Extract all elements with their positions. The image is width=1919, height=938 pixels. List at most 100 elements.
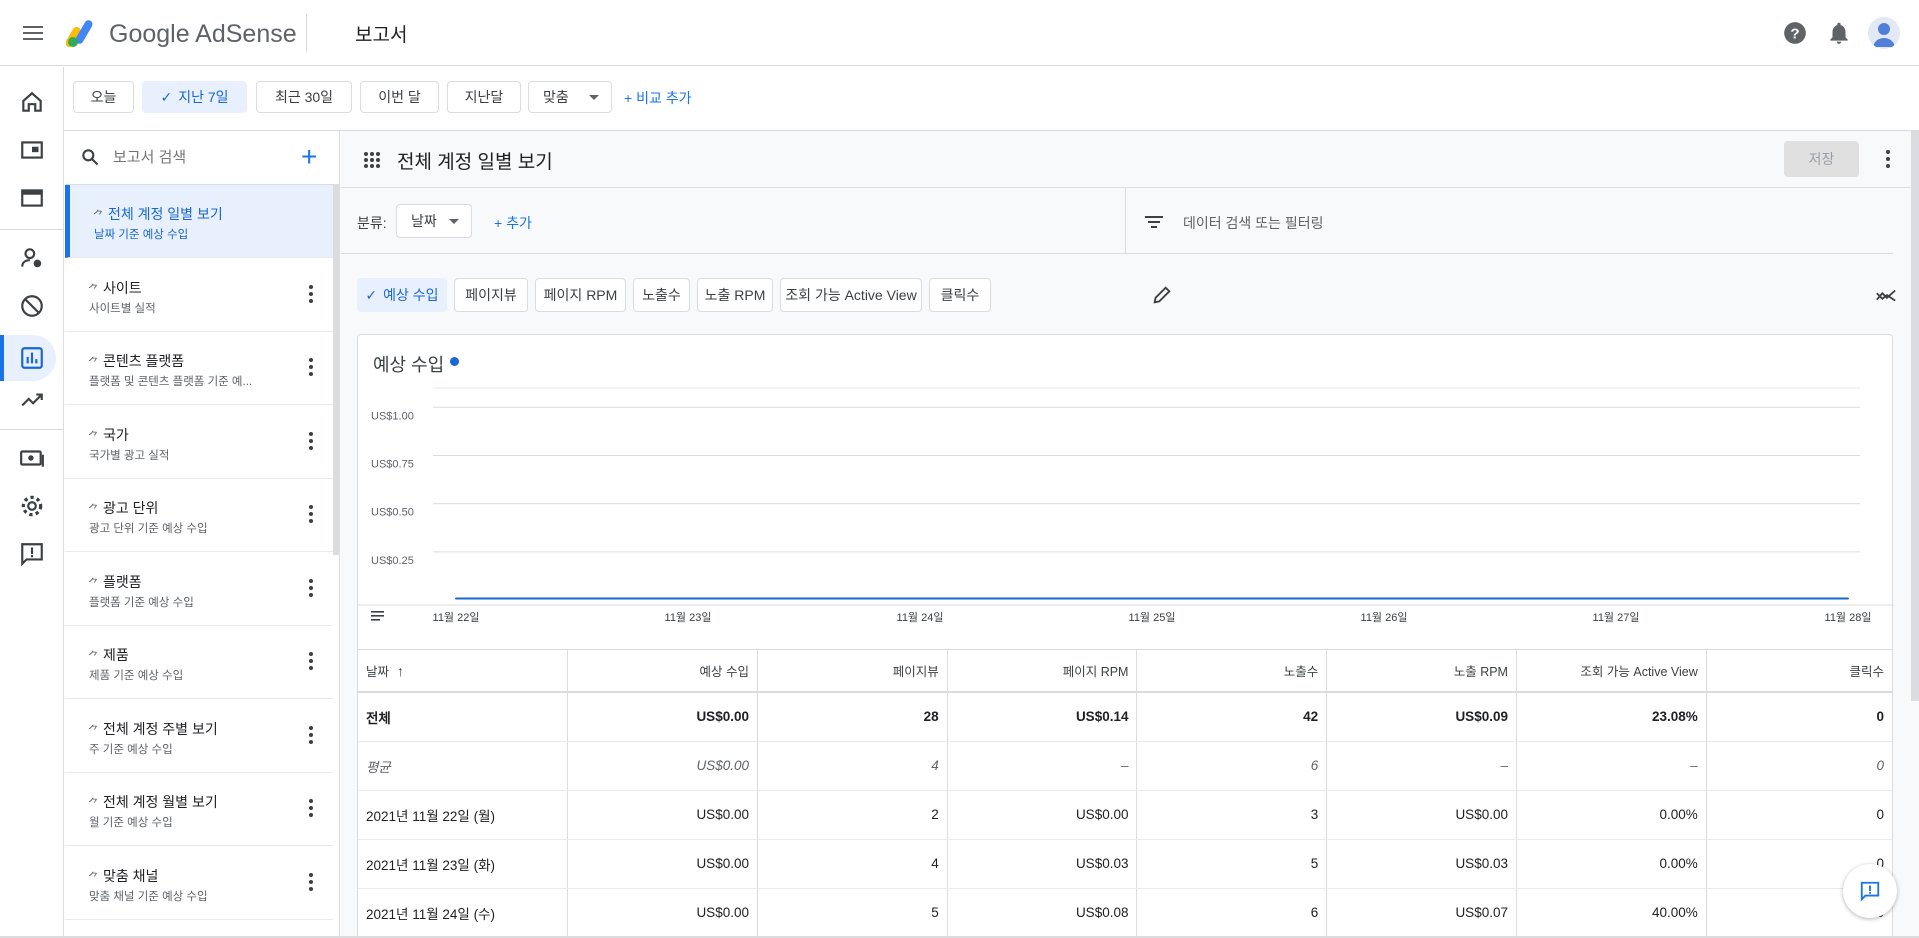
y-tick-label: US$1.00 (371, 410, 414, 422)
table-row: 전체 US$0.00 28 US$0.14 42 US$0.09 23.08% 0 (358, 692, 1892, 742)
column-header[interactable]: 예상 수입 (567, 650, 758, 693)
column-header[interactable]: 클릭수 (1706, 650, 1892, 693)
breakdown-label: 분류: (357, 215, 387, 231)
metric-chip[interactable]: 조회 가능 Active View (780, 278, 922, 312)
report-search-input[interactable] (113, 149, 263, 166)
report-item-title: ⺈ 전체 계정 일별 보기 (93, 204, 223, 224)
main-scrollbar[interactable] (1911, 131, 1919, 701)
column-header[interactable]: 페이지 RPM (947, 650, 1138, 693)
metric-chip[interactable]: 노출 RPM (697, 278, 773, 312)
table-cell: 2 (757, 790, 948, 840)
chart-toggle-icon[interactable] (1875, 285, 1897, 307)
more-options-icon[interactable] (309, 799, 313, 820)
more-options-icon[interactable] (309, 284, 313, 306)
help-icon[interactable]: ? (1782, 20, 1808, 46)
notifications-icon[interactable] (1826, 20, 1852, 46)
more-options-icon[interactable] (309, 725, 313, 747)
table-cell: – (1326, 741, 1517, 791)
column-header[interactable]: 조회 가능 Active View (1516, 650, 1707, 693)
home-icon[interactable] (19, 89, 45, 115)
optimization-icon[interactable] (19, 387, 45, 413)
table-cell: US$0.03 (947, 839, 1138, 889)
report-item-title: ⺈ 제품 (88, 645, 129, 665)
breakdown-select[interactable]: 날짜 (396, 204, 472, 238)
report-list-item[interactable]: ⺈ 플랫폼 플랫폼 기준 예상 수입 (65, 553, 333, 626)
report-list-item[interactable]: ⺈ 전체 계정 주별 보기 주 기준 예상 수입 (65, 700, 333, 773)
data-point (455, 597, 457, 600)
privacy-messaging-icon[interactable] (19, 245, 45, 271)
date-preset-last-month[interactable]: 지난달 (447, 81, 521, 113)
block-controls-icon[interactable] (19, 293, 45, 319)
avatar[interactable] (1868, 17, 1900, 49)
more-options-icon[interactable] (309, 652, 313, 673)
divider (0, 229, 64, 230)
more-options-icon[interactable] (1886, 150, 1890, 171)
report-item-subtitle: 월 기준 예상 수입 (89, 817, 173, 829)
report-list-item[interactable]: ⺈ 맞춤 채널 맞춤 채널 기준 예상 수입 (65, 847, 333, 920)
more-options-icon[interactable] (309, 358, 313, 379)
report-list-item[interactable]: ⺈ 국가 국가별 광고 실적 (65, 406, 333, 479)
settings-icon[interactable] (19, 493, 45, 519)
more-options-icon[interactable] (309, 505, 313, 526)
metric-chip[interactable]: 노출수 (633, 278, 690, 312)
report-list-item[interactable]: ⺈ 전체 계정 월별 보기 월 기준 예상 수입 (65, 773, 333, 846)
payments-icon[interactable] (19, 445, 45, 471)
table-cell: 28 (757, 692, 948, 742)
report-list-item[interactable]: ⺈ 제품 제품 기준 예상 수입 (65, 626, 333, 699)
metric-chip[interactable]: 클릭수 (929, 278, 991, 312)
column-header[interactable]: 노출 RPM (1326, 650, 1517, 693)
menu-icon[interactable] (20, 22, 46, 44)
feedback-fab[interactable] (1843, 864, 1897, 918)
metric-chip-label: 조회 가능 Active View (785, 287, 917, 303)
report-item-title-text: 제품 (103, 647, 129, 663)
date-preset-last-30-days[interactable]: 최근 30일 (256, 81, 352, 113)
legend-toggle-icon[interactable] (371, 611, 384, 621)
report-item-title-text: 광고 단위 (103, 500, 159, 516)
table-cell: 6 (1136, 741, 1328, 791)
breakdown-value: 날짜 (411, 213, 437, 229)
breakdown-bar: 분류: 날짜 + 추가 데이터 검색 또는 필터링 (341, 188, 1893, 254)
table-cell: 5 (1136, 839, 1328, 889)
filter-search-input[interactable]: 데이터 검색 또는 필터링 (1183, 213, 1323, 233)
metric-chip[interactable]: ✓ 예상 수입 (357, 278, 447, 312)
edit-metrics-icon[interactable] (1151, 284, 1173, 306)
report-table: 날짜 ↑ 예상 수입 페이지뷰 페이지 RPM 노출수 노출 RPM 조회 가능 Active… (357, 649, 1893, 938)
apps-grid-icon[interactable] (363, 151, 381, 169)
add-comparison-button[interactable]: + 비교 추가 (624, 88, 691, 108)
report-list-item[interactable]: ⺈ 전체 계정 일별 보기 날짜 기준 예상 수입 (65, 185, 333, 258)
column-header[interactable]: 날짜 ↑ (358, 650, 569, 693)
report-list-item[interactable]: ⺈ 광고 단위 광고 단위 기준 예상 수입 (65, 479, 333, 552)
report-type-icon: ⺈ (93, 210, 104, 222)
more-options-icon[interactable] (309, 872, 313, 894)
date-preset-this-month[interactable]: 이번 달 (360, 81, 439, 113)
add-dimension-button[interactable]: + 추가 (494, 213, 532, 233)
new-report-button[interactable]: + (301, 143, 317, 171)
report-item-subtitle: 주 기준 예상 수입 (89, 743, 173, 756)
divider (0, 429, 64, 430)
ads-icon[interactable] (19, 137, 45, 163)
metric-chip-label: 클릭수 (940, 287, 980, 303)
metric-chip[interactable]: 페이지뷰 (454, 278, 528, 312)
report-item-subtitle: 플랫폼 기준 예상 수입 (89, 596, 194, 609)
table-cell: 0 (1706, 790, 1892, 840)
date-preset-custom[interactable]: 맞춤 (528, 81, 612, 113)
more-options-icon[interactable] (309, 431, 313, 453)
report-list-item[interactable]: ⺈ 콘텐츠 플랫폼 플랫폼 및 콘텐츠 플랫폼 기준 예... (65, 332, 333, 405)
column-header[interactable]: 노출수 (1136, 650, 1328, 693)
sites-icon[interactable] (19, 185, 45, 211)
date-range-bar: 오늘 ✓ 지난 7일 최근 30일 이번 달 지난달 맞춤 + 비교 추가 (64, 67, 1919, 131)
save-button[interactable]: 저장 (1784, 141, 1859, 177)
report-type-icon: ⺈ (88, 504, 99, 516)
feedback-icon[interactable] (19, 541, 45, 567)
metric-chip[interactable]: 페이지 RPM (535, 278, 626, 312)
report-list-item[interactable]: ⺈ 사이트 사이트별 실적 (65, 259, 333, 332)
date-preset-today[interactable]: 오늘 (73, 81, 134, 113)
reports-icon[interactable] (19, 345, 45, 371)
sidebar-scrollbar[interactable] (333, 185, 339, 555)
more-options-icon[interactable] (309, 578, 313, 600)
column-header[interactable]: 페이지뷰 (757, 650, 948, 693)
table-cell: US$0.00 (1326, 790, 1517, 840)
page-title: 보고서 (355, 25, 408, 46)
date-preset-last-7-days[interactable]: ✓ 지난 7일 (142, 81, 247, 113)
check-icon: ✓ (160, 89, 173, 105)
